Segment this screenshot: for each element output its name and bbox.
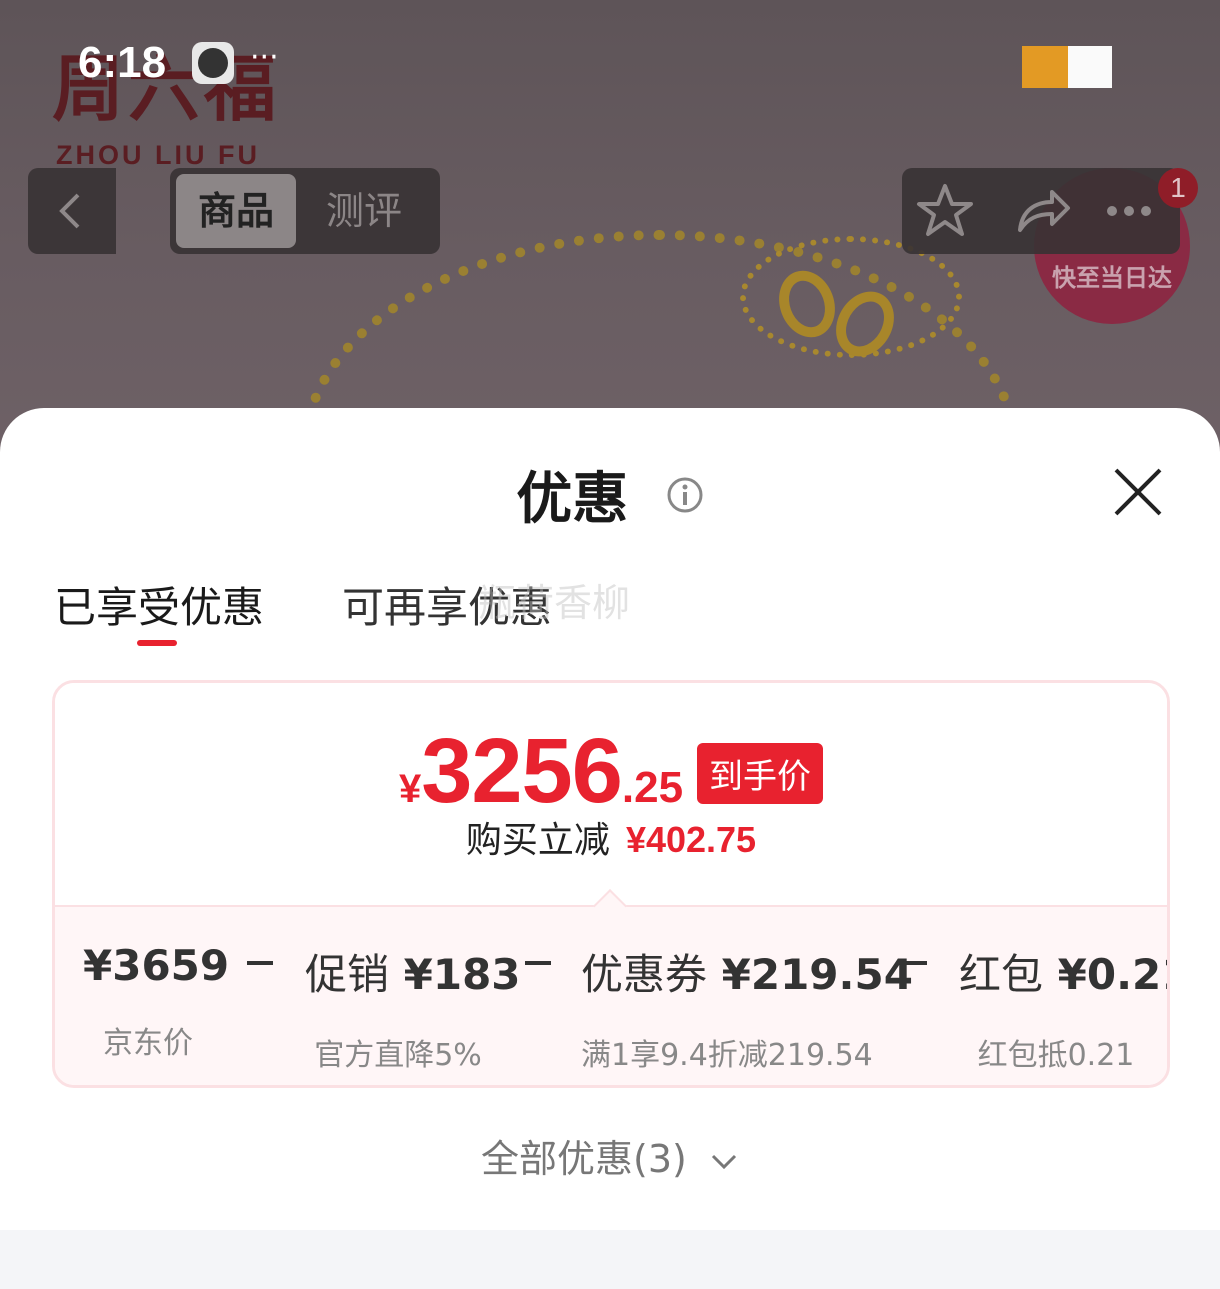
tab-enjoyed-discounts[interactable]: 已享受优惠 <box>54 574 264 635</box>
chevron-down-icon <box>711 1154 737 1169</box>
breakdown-value: ¥219.54 <box>721 950 913 999</box>
breakdown-value: ¥3659 <box>83 941 230 990</box>
product-page-background: 周六福 ZHOU LIU FU 6:18 ··· 商品 测评 快至当日达 1 <box>0 0 1220 460</box>
saving-value: ¥402.75 <box>625 819 757 860</box>
breakdown-label: 促销 <box>305 950 390 999</box>
cart-count-badge: 1 <box>1158 168 1198 208</box>
final-price-tag: 到手价 <box>697 743 824 804</box>
sheet-title-row: 优惠 <box>0 454 1220 535</box>
more-icon[interactable] <box>1098 180 1160 242</box>
saving-row: 购买立减 ¥402.75 <box>55 811 1167 863</box>
breakdown-sub: 满1享9.4折减219.54 <box>581 1038 873 1073</box>
share-icon[interactable] <box>1012 180 1074 242</box>
clock-app-icon <box>192 42 234 84</box>
same-day-delivery-label: 快至当日达 <box>1052 264 1172 292</box>
status-time: 6:18 <box>78 38 167 87</box>
back-icon <box>59 193 80 229</box>
final-price: ¥3256.25 到手价 <box>55 719 1167 824</box>
close-icon[interactable] <box>1110 464 1166 520</box>
action-bar <box>902 168 1180 254</box>
price-breakdown-card: ¥3256.25 到手价 购买立减 ¥402.75 ¥3659 京东价 促销 ¥18… <box>52 680 1170 1088</box>
price-integer: 3256 <box>421 720 623 822</box>
info-icon[interactable] <box>666 476 704 514</box>
price-decimal: .25 <box>621 763 684 812</box>
tab-product[interactable]: 商品 <box>176 174 296 248</box>
all-discounts-button[interactable]: 全部优惠(3) <box>0 1128 1220 1183</box>
star-icon[interactable] <box>914 180 976 242</box>
breakdown-value: ¥183 <box>403 950 521 999</box>
final-price-section: ¥3256.25 到手价 购买立减 ¥402.75 <box>55 683 1167 905</box>
status-indicator-icon <box>1022 46 1068 88</box>
saving-label: 购买立减 <box>465 820 610 861</box>
active-tab-indicator <box>137 640 177 646</box>
sheet-title: 优惠 <box>516 467 629 532</box>
minus-sign <box>901 961 927 965</box>
price-currency: ¥ <box>398 767 422 811</box>
breakdown-sub: 京东价 <box>103 1026 193 1061</box>
discount-sheet: 优惠 已享受优惠 可再享优惠 瓶荷香柳 ¥3256.25 到手价 购买立减 ¥402… <box>0 408 1220 1230</box>
status-more-icon: ··· <box>250 40 279 75</box>
brand-logo-en: ZHOU LIU FU <box>56 140 260 170</box>
tab-review[interactable]: 测评 <box>304 174 424 248</box>
product-tab-switch: 商品 测评 <box>170 168 440 254</box>
breakdown-item-jd-price: ¥3659 京东价 <box>83 941 229 1062</box>
footer-strip <box>0 1230 1220 1289</box>
breakdown-item-red-packet: 红包 ¥0.21 红包抵0.21 <box>959 941 1167 1074</box>
breakdown-section: ¥3659 京东价 促销 ¥183 官方直降5% 优惠券 ¥219.54 满1享… <box>55 905 1167 1085</box>
breakdown-sub: 官方直降5% <box>314 1038 482 1073</box>
minus-sign <box>525 961 551 965</box>
all-discounts-label: 全部优惠(3) <box>481 1137 687 1181</box>
breakdown-item-coupon: 优惠券 ¥219.54 满1享9.4折减219.54 <box>581 941 913 1074</box>
breakdown-sub: 红包抵0.21 <box>977 1038 1135 1073</box>
back-button[interactable] <box>28 168 116 254</box>
breakdown-value: ¥0.21 <box>1057 950 1167 999</box>
breakdown-label: 优惠券 <box>581 950 708 999</box>
status-indicator-icon <box>1068 46 1112 88</box>
breakdown-item-promotion: 促销 ¥183 官方直降5% <box>305 941 521 1074</box>
breakdown-label: 红包 <box>959 950 1044 999</box>
watermark-text: 瓶荷香柳 <box>478 581 631 625</box>
minus-sign <box>247 961 273 965</box>
